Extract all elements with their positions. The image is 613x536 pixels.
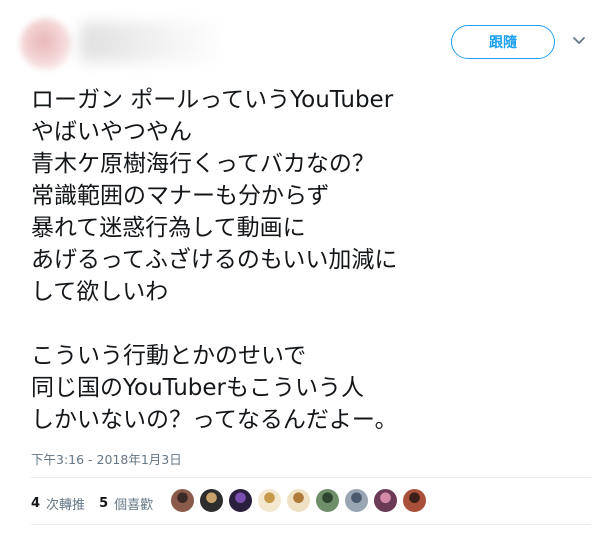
liker-avatar[interactable] — [257, 488, 282, 513]
divider — [31, 524, 591, 525]
liker-avatar[interactable] — [373, 488, 398, 513]
author-name-blurred[interactable] — [80, 22, 220, 62]
tweet-line: あげるってふざけるのもいい加減に — [31, 247, 398, 273]
liker-avatar[interactable] — [170, 488, 195, 513]
liker-avatars — [170, 488, 431, 513]
tweet-line: して欲しいわ — [31, 279, 169, 305]
liker-avatar[interactable] — [315, 488, 340, 513]
retweets-count: 4 — [31, 495, 41, 511]
tweet-line: やばいやつやん — [31, 119, 192, 145]
tweet-line: しかいないの？ってなるんだよー。 — [31, 407, 398, 433]
liker-avatar[interactable] — [228, 488, 253, 513]
liker-avatar[interactable] — [199, 488, 224, 513]
liker-avatar[interactable] — [286, 488, 311, 513]
retweets-label: 次轉推 — [46, 497, 86, 513]
tweet-line: 同じ国のYouTuberもこういう人 — [31, 375, 364, 401]
retweets-stat[interactable]: 4 次轉推 — [31, 494, 85, 513]
author-avatar[interactable] — [20, 18, 72, 70]
chevron-down-icon[interactable] — [572, 36, 586, 46]
follow-button[interactable]: 跟隨 — [451, 25, 555, 59]
tweet-line: こういう行動とかのせいで — [31, 343, 307, 369]
tweet-header: 跟隨 — [0, 0, 613, 80]
likes-label: 個喜歡 — [114, 497, 154, 513]
liker-avatar[interactable] — [402, 488, 427, 513]
tweet-line: 青木ケ原樹海行くってバカなの？ — [31, 151, 375, 177]
tweet-stats: 4 次轉推 5 個喜歡 — [31, 493, 167, 513]
liker-avatar[interactable] — [344, 488, 369, 513]
tweet-line: 常識範囲のマナーも分からず — [31, 183, 330, 209]
divider — [31, 477, 591, 478]
likes-stat[interactable]: 5 個喜歡 — [99, 494, 153, 513]
likes-count: 5 — [99, 495, 109, 511]
tweet-line: 暴れて迷惑行為して動画に — [31, 215, 306, 241]
tweet-timestamp[interactable]: 下午3:16 - 2018年1月3日 — [31, 449, 182, 468]
tweet-text: ローガン ポールっていうYouTuber やばいやつやん 青木ケ原樹海行くってバ… — [31, 84, 591, 436]
tweet-line: ローガン ポールっていうYouTuber — [31, 87, 394, 113]
